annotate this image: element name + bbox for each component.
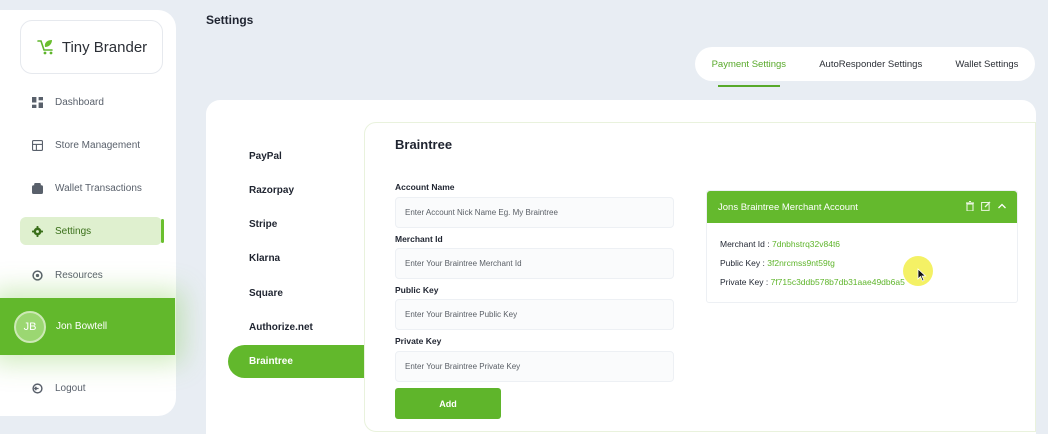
sidebar: Tiny Brander — [0, 10, 176, 416]
private-key-input[interactable] — [395, 351, 674, 382]
merchant-id-value: 7dnbhstrq32v84t6 — [771, 239, 841, 249]
merchant-id-input[interactable] — [395, 248, 674, 279]
merchant-id-label: Merchant Id — [395, 234, 443, 244]
gateway-item-authorize-net[interactable]: Authorize.net — [249, 322, 313, 333]
sidebar-item-label: Resources — [55, 269, 103, 281]
resources-icon — [32, 269, 43, 281]
public-key-value: 3f2nrcmss9nt59tg — [767, 258, 835, 268]
public-key-input[interactable] — [395, 299, 674, 330]
mouse-pointer-icon — [917, 268, 927, 282]
store-icon — [32, 139, 43, 151]
brand-logo[interactable]: Tiny Brander — [20, 20, 163, 74]
private-key-row: Private Key : 7f715c3ddb578b7db31aae49db… — [720, 277, 905, 287]
avatar: JB — [14, 310, 46, 343]
gateway-item-stripe[interactable]: Stripe — [249, 219, 277, 230]
sidebar-item-store-management[interactable]: Store Management — [20, 131, 162, 159]
user-name: Jon Bowtell — [56, 321, 108, 332]
chevron-up-icon[interactable] — [997, 201, 1007, 211]
sidebar-item-label: Dashboard — [55, 96, 104, 108]
merchant-id-row: Merchant Id : 7dnbhstrq32v84t6 — [720, 239, 840, 249]
gateway-item-razorpay[interactable]: Razorpay — [249, 185, 294, 196]
tab-wallet-settings[interactable]: Wallet Settings — [955, 55, 1018, 74]
edit-icon[interactable] — [981, 201, 991, 211]
public-key-row: Public Key : 3f2nrcmss9nt59tg — [720, 258, 835, 268]
private-key-value: 7f715c3ddb578b7db31aae49db6a5 — [770, 277, 905, 287]
account-name-input[interactable] — [395, 197, 674, 228]
sidebar-item-settings[interactable]: Settings — [20, 217, 164, 245]
gateway-item-paypal[interactable]: PayPal — [249, 151, 282, 162]
wallet-icon — [32, 182, 43, 194]
sidebar-item-wallet-transactions[interactable]: Wallet Transactions — [20, 174, 162, 202]
gateway-item-braintree[interactable]: Braintree — [228, 345, 364, 378]
public-key-key: Public Key : — [720, 258, 765, 268]
private-key-key: Private Key : — [720, 277, 769, 287]
logout-icon — [32, 382, 43, 394]
gateway-item-klarna[interactable]: Klarna — [249, 253, 280, 264]
tab-payment-settings[interactable]: Payment Settings — [712, 55, 786, 87]
brand-name: Tiny Brander — [61, 38, 148, 56]
add-button[interactable]: Add — [395, 388, 501, 419]
sidebar-item-dashboard[interactable]: Dashboard — [20, 88, 162, 116]
merchant-account-header[interactable]: Jons Braintree Merchant Account — [707, 191, 1017, 223]
sidebar-item-label: Wallet Transactions — [55, 182, 142, 194]
merchant-account-card: Jons Braintree Merchant Account Merchant… — [706, 190, 1018, 303]
form-title: Braintree — [395, 137, 453, 152]
gateway-item-square[interactable]: Square — [249, 288, 283, 299]
public-key-label: Public Key — [395, 285, 439, 295]
gear-icon — [32, 225, 43, 237]
private-key-label: Private Key — [395, 336, 442, 346]
user-profile-bar[interactable]: JB Jon Bowtell — [0, 298, 175, 355]
merchant-id-key: Merchant Id : — [720, 239, 770, 249]
sidebar-item-label: Store Management — [55, 139, 141, 151]
settings-tabs: Payment Settings AutoResponder Settings … — [695, 47, 1035, 87]
merchant-account-title: Jons Braintree Merchant Account — [718, 201, 858, 213]
leaf-cart-icon — [37, 40, 53, 55]
sidebar-item-resources[interactable]: Resources — [20, 261, 162, 289]
logout-label: Logout — [55, 382, 86, 394]
trash-icon[interactable] — [965, 201, 975, 211]
dashboard-icon — [32, 96, 43, 108]
tab-autoresponder-settings[interactable]: AutoResponder Settings — [819, 55, 922, 74]
sidebar-item-label: Settings — [55, 225, 92, 237]
account-name-label: Account Name — [395, 182, 455, 192]
logout-button[interactable]: Logout — [20, 374, 162, 402]
page-title: Settings — [206, 13, 254, 27]
